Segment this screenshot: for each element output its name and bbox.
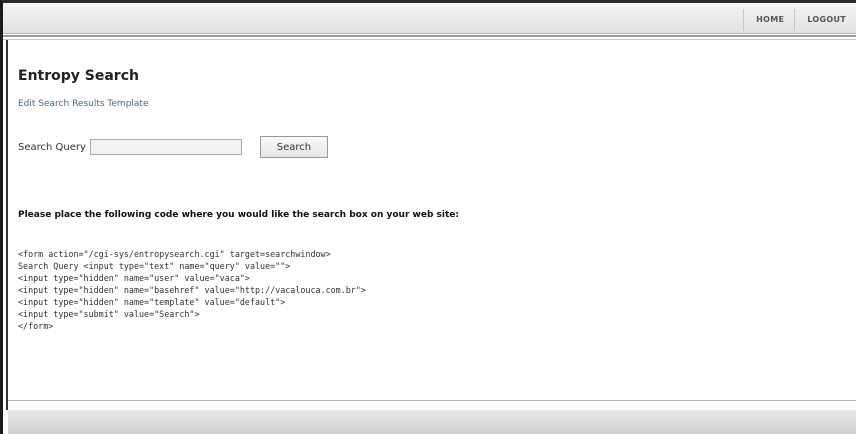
embed-code-block: <form action="/cgi-sys/entropysearch.cgi… [18,248,366,332]
logout-link[interactable]: LOGOUT [794,9,856,31]
code-line: <input type="hidden" name="basehref" val… [18,285,366,295]
code-line: <input type="submit" value="Search"> [18,309,200,319]
search-query-label: Search Query [18,141,86,153]
footer-bar [8,410,856,434]
header-divider [3,35,856,37]
embed-instructions: Please place the following code where yo… [18,210,459,220]
code-line: </form> [18,321,54,331]
header-divider-thin [3,39,856,40]
page-title: Entropy Search [18,68,139,84]
code-line: Search Query <input type="text" name="qu… [18,261,291,271]
left-border [6,40,8,410]
home-link[interactable]: HOME [743,9,794,31]
search-form: Search Query Search [18,136,328,158]
edit-template-link[interactable]: Edit Search Results Template [18,99,149,109]
search-input[interactable] [89,139,242,155]
search-button[interactable]: Search [259,136,328,158]
footer-divider [8,400,856,401]
code-line: <input type="hidden" name="template" val… [18,297,286,307]
code-line: <form action="/cgi-sys/entropysearch.cgi… [18,249,331,259]
top-nav: HOME LOGOUT [743,9,856,31]
code-line: <input type="hidden" name="user" value="… [18,273,250,283]
top-bar: HOME LOGOUT [3,3,856,34]
